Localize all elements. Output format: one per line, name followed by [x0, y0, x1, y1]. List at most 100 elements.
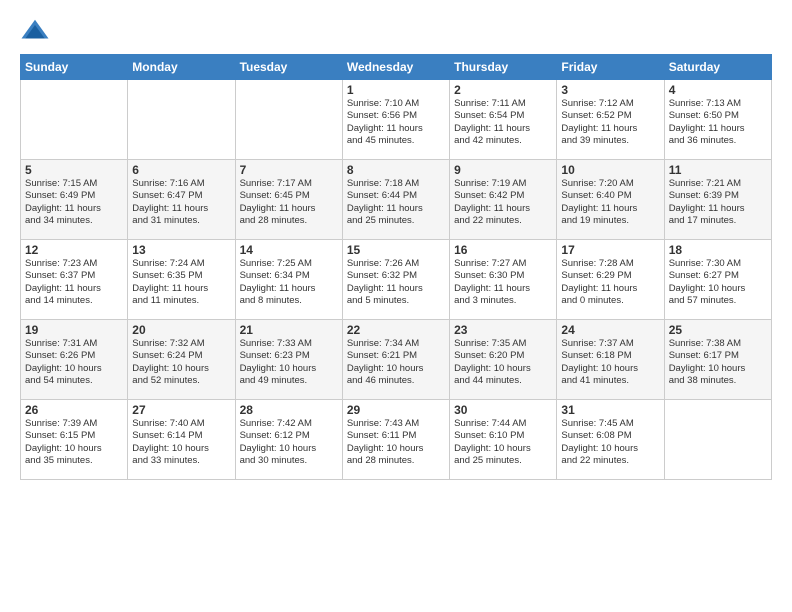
day-number: 13 — [132, 243, 230, 257]
day-info: Sunrise: 7:10 AM Sunset: 6:56 PM Dayligh… — [347, 98, 445, 147]
day-number: 21 — [240, 323, 338, 337]
day-number: 15 — [347, 243, 445, 257]
day-info: Sunrise: 7:28 AM Sunset: 6:29 PM Dayligh… — [561, 258, 659, 307]
day-info: Sunrise: 7:32 AM Sunset: 6:24 PM Dayligh… — [132, 338, 230, 387]
day-info: Sunrise: 7:37 AM Sunset: 6:18 PM Dayligh… — [561, 338, 659, 387]
calendar-cell: 8Sunrise: 7:18 AM Sunset: 6:44 PM Daylig… — [342, 160, 449, 240]
calendar-cell: 10Sunrise: 7:20 AM Sunset: 6:40 PM Dayli… — [557, 160, 664, 240]
col-sunday: Sunday — [21, 55, 128, 80]
calendar-cell: 19Sunrise: 7:31 AM Sunset: 6:26 PM Dayli… — [21, 320, 128, 400]
col-friday: Friday — [557, 55, 664, 80]
day-info: Sunrise: 7:27 AM Sunset: 6:30 PM Dayligh… — [454, 258, 552, 307]
day-info: Sunrise: 7:34 AM Sunset: 6:21 PM Dayligh… — [347, 338, 445, 387]
day-number: 18 — [669, 243, 767, 257]
logo-icon — [20, 16, 50, 46]
day-number: 1 — [347, 83, 445, 97]
day-number: 10 — [561, 163, 659, 177]
calendar-cell: 2Sunrise: 7:11 AM Sunset: 6:54 PM Daylig… — [450, 80, 557, 160]
col-saturday: Saturday — [664, 55, 771, 80]
day-info: Sunrise: 7:18 AM Sunset: 6:44 PM Dayligh… — [347, 178, 445, 227]
day-number: 3 — [561, 83, 659, 97]
calendar-week-row: 19Sunrise: 7:31 AM Sunset: 6:26 PM Dayli… — [21, 320, 772, 400]
calendar-cell: 20Sunrise: 7:32 AM Sunset: 6:24 PM Dayli… — [128, 320, 235, 400]
calendar-cell: 21Sunrise: 7:33 AM Sunset: 6:23 PM Dayli… — [235, 320, 342, 400]
day-number: 17 — [561, 243, 659, 257]
col-monday: Monday — [128, 55, 235, 80]
day-info: Sunrise: 7:21 AM Sunset: 6:39 PM Dayligh… — [669, 178, 767, 227]
day-info: Sunrise: 7:43 AM Sunset: 6:11 PM Dayligh… — [347, 418, 445, 467]
day-number: 22 — [347, 323, 445, 337]
calendar-cell: 1Sunrise: 7:10 AM Sunset: 6:56 PM Daylig… — [342, 80, 449, 160]
day-number: 23 — [454, 323, 552, 337]
calendar-cell — [664, 400, 771, 480]
day-number: 11 — [669, 163, 767, 177]
header — [20, 16, 772, 46]
day-info: Sunrise: 7:40 AM Sunset: 6:14 PM Dayligh… — [132, 418, 230, 467]
day-info: Sunrise: 7:11 AM Sunset: 6:54 PM Dayligh… — [454, 98, 552, 147]
calendar-week-row: 5Sunrise: 7:15 AM Sunset: 6:49 PM Daylig… — [21, 160, 772, 240]
day-number: 6 — [132, 163, 230, 177]
calendar-cell: 28Sunrise: 7:42 AM Sunset: 6:12 PM Dayli… — [235, 400, 342, 480]
day-info: Sunrise: 7:39 AM Sunset: 6:15 PM Dayligh… — [25, 418, 123, 467]
page: Sunday Monday Tuesday Wednesday Thursday… — [0, 0, 792, 612]
logo — [20, 16, 54, 46]
day-info: Sunrise: 7:45 AM Sunset: 6:08 PM Dayligh… — [561, 418, 659, 467]
day-number: 4 — [669, 83, 767, 97]
calendar-cell: 17Sunrise: 7:28 AM Sunset: 6:29 PM Dayli… — [557, 240, 664, 320]
calendar-cell: 9Sunrise: 7:19 AM Sunset: 6:42 PM Daylig… — [450, 160, 557, 240]
day-info: Sunrise: 7:17 AM Sunset: 6:45 PM Dayligh… — [240, 178, 338, 227]
col-tuesday: Tuesday — [235, 55, 342, 80]
day-info: Sunrise: 7:31 AM Sunset: 6:26 PM Dayligh… — [25, 338, 123, 387]
day-number: 24 — [561, 323, 659, 337]
day-number: 7 — [240, 163, 338, 177]
day-info: Sunrise: 7:13 AM Sunset: 6:50 PM Dayligh… — [669, 98, 767, 147]
day-info: Sunrise: 7:25 AM Sunset: 6:34 PM Dayligh… — [240, 258, 338, 307]
calendar-week-row: 26Sunrise: 7:39 AM Sunset: 6:15 PM Dayli… — [21, 400, 772, 480]
calendar-cell: 7Sunrise: 7:17 AM Sunset: 6:45 PM Daylig… — [235, 160, 342, 240]
day-number: 16 — [454, 243, 552, 257]
day-info: Sunrise: 7:33 AM Sunset: 6:23 PM Dayligh… — [240, 338, 338, 387]
day-info: Sunrise: 7:42 AM Sunset: 6:12 PM Dayligh… — [240, 418, 338, 467]
day-info: Sunrise: 7:35 AM Sunset: 6:20 PM Dayligh… — [454, 338, 552, 387]
calendar-cell: 16Sunrise: 7:27 AM Sunset: 6:30 PM Dayli… — [450, 240, 557, 320]
day-number: 26 — [25, 403, 123, 417]
calendar-cell: 26Sunrise: 7:39 AM Sunset: 6:15 PM Dayli… — [21, 400, 128, 480]
col-wednesday: Wednesday — [342, 55, 449, 80]
day-number: 2 — [454, 83, 552, 97]
calendar-cell: 24Sunrise: 7:37 AM Sunset: 6:18 PM Dayli… — [557, 320, 664, 400]
day-number: 5 — [25, 163, 123, 177]
day-info: Sunrise: 7:26 AM Sunset: 6:32 PM Dayligh… — [347, 258, 445, 307]
day-info: Sunrise: 7:23 AM Sunset: 6:37 PM Dayligh… — [25, 258, 123, 307]
day-number: 12 — [25, 243, 123, 257]
calendar-cell: 15Sunrise: 7:26 AM Sunset: 6:32 PM Dayli… — [342, 240, 449, 320]
day-info: Sunrise: 7:38 AM Sunset: 6:17 PM Dayligh… — [669, 338, 767, 387]
calendar-cell: 5Sunrise: 7:15 AM Sunset: 6:49 PM Daylig… — [21, 160, 128, 240]
calendar-cell: 6Sunrise: 7:16 AM Sunset: 6:47 PM Daylig… — [128, 160, 235, 240]
calendar-cell: 12Sunrise: 7:23 AM Sunset: 6:37 PM Dayli… — [21, 240, 128, 320]
calendar-cell: 18Sunrise: 7:30 AM Sunset: 6:27 PM Dayli… — [664, 240, 771, 320]
calendar-cell: 14Sunrise: 7:25 AM Sunset: 6:34 PM Dayli… — [235, 240, 342, 320]
calendar-cell: 27Sunrise: 7:40 AM Sunset: 6:14 PM Dayli… — [128, 400, 235, 480]
day-number: 30 — [454, 403, 552, 417]
calendar-week-row: 1Sunrise: 7:10 AM Sunset: 6:56 PM Daylig… — [21, 80, 772, 160]
day-info: Sunrise: 7:19 AM Sunset: 6:42 PM Dayligh… — [454, 178, 552, 227]
day-info: Sunrise: 7:30 AM Sunset: 6:27 PM Dayligh… — [669, 258, 767, 307]
day-number: 29 — [347, 403, 445, 417]
day-number: 25 — [669, 323, 767, 337]
col-thursday: Thursday — [450, 55, 557, 80]
day-number: 19 — [25, 323, 123, 337]
calendar-cell: 30Sunrise: 7:44 AM Sunset: 6:10 PM Dayli… — [450, 400, 557, 480]
calendar-cell — [128, 80, 235, 160]
day-info: Sunrise: 7:16 AM Sunset: 6:47 PM Dayligh… — [132, 178, 230, 227]
calendar-cell: 3Sunrise: 7:12 AM Sunset: 6:52 PM Daylig… — [557, 80, 664, 160]
day-number: 14 — [240, 243, 338, 257]
calendar-cell: 4Sunrise: 7:13 AM Sunset: 6:50 PM Daylig… — [664, 80, 771, 160]
calendar-cell: 23Sunrise: 7:35 AM Sunset: 6:20 PM Dayli… — [450, 320, 557, 400]
day-info: Sunrise: 7:24 AM Sunset: 6:35 PM Dayligh… — [132, 258, 230, 307]
day-number: 27 — [132, 403, 230, 417]
day-info: Sunrise: 7:12 AM Sunset: 6:52 PM Dayligh… — [561, 98, 659, 147]
day-info: Sunrise: 7:44 AM Sunset: 6:10 PM Dayligh… — [454, 418, 552, 467]
calendar-cell: 13Sunrise: 7:24 AM Sunset: 6:35 PM Dayli… — [128, 240, 235, 320]
day-info: Sunrise: 7:15 AM Sunset: 6:49 PM Dayligh… — [25, 178, 123, 227]
calendar-cell: 25Sunrise: 7:38 AM Sunset: 6:17 PM Dayli… — [664, 320, 771, 400]
